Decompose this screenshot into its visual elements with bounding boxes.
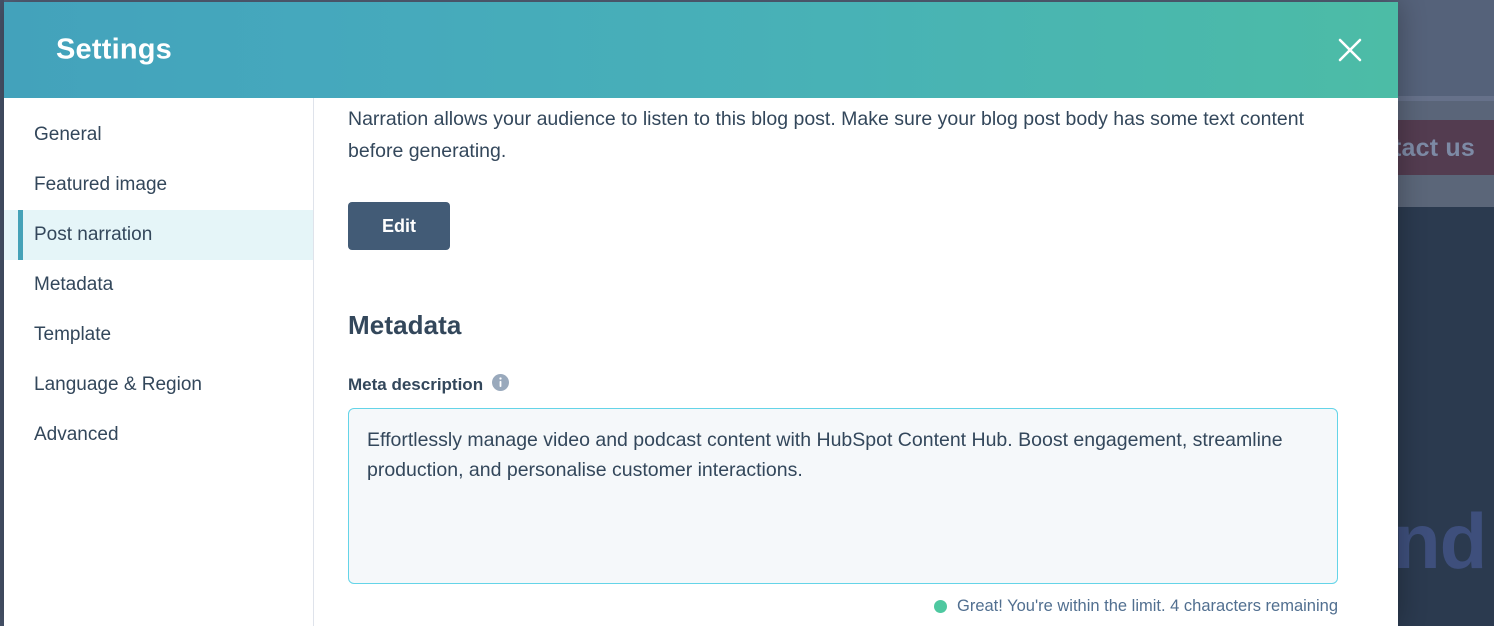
modal-body: General Featured image Post narration Me… bbox=[4, 98, 1398, 626]
page-root: tact us nd Settings General Featured ima… bbox=[0, 0, 1494, 626]
sidebar-item-label: Featured image bbox=[34, 174, 168, 195]
meta-description-label-row: Meta description bbox=[348, 374, 1352, 396]
settings-content-panel: Narration allows your audience to listen… bbox=[314, 98, 1398, 626]
status-dot-icon bbox=[934, 600, 947, 613]
sidebar-item-advanced[interactable]: Advanced bbox=[4, 410, 313, 460]
sidebar-item-label: Language & Region bbox=[34, 374, 202, 395]
settings-modal: Settings General Featured image Post nar… bbox=[4, 2, 1398, 626]
sidebar-item-general[interactable]: General bbox=[4, 110, 313, 160]
sidebar-item-language-region[interactable]: Language & Region bbox=[4, 360, 313, 410]
close-icon[interactable] bbox=[1322, 22, 1378, 78]
sidebar-item-label: Metadata bbox=[34, 274, 114, 295]
character-count-text: Great! You're within the limit. 4 charac… bbox=[957, 597, 1338, 615]
narration-description: Narration allows your audience to listen… bbox=[348, 108, 1305, 162]
edit-button[interactable]: Edit bbox=[348, 202, 450, 250]
metadata-section-heading: Metadata bbox=[348, 310, 462, 340]
sidebar-item-label: General bbox=[34, 124, 102, 145]
settings-sidebar: General Featured image Post narration Me… bbox=[4, 98, 314, 626]
modal-title: Settings bbox=[56, 33, 172, 66]
sidebar-item-post-narration[interactable]: Post narration bbox=[4, 210, 313, 260]
sidebar-item-featured-image[interactable]: Featured image bbox=[4, 160, 313, 210]
character-count-status: Great! You're within the limit. 4 charac… bbox=[348, 597, 1338, 616]
sidebar-item-metadata[interactable]: Metadata bbox=[4, 260, 313, 310]
background-contact-label: tact us bbox=[1393, 134, 1475, 162]
sidebar-item-label: Post narration bbox=[34, 224, 153, 245]
sidebar-item-label: Advanced bbox=[34, 424, 119, 445]
sidebar-item-template[interactable]: Template bbox=[4, 310, 313, 360]
background-hero-heading: nd bbox=[1393, 497, 1487, 585]
modal-header: Settings bbox=[4, 2, 1398, 98]
info-icon[interactable] bbox=[492, 374, 510, 396]
meta-description-input[interactable] bbox=[348, 408, 1338, 584]
sidebar-item-label: Template bbox=[34, 324, 112, 345]
meta-description-label: Meta description bbox=[348, 375, 484, 394]
